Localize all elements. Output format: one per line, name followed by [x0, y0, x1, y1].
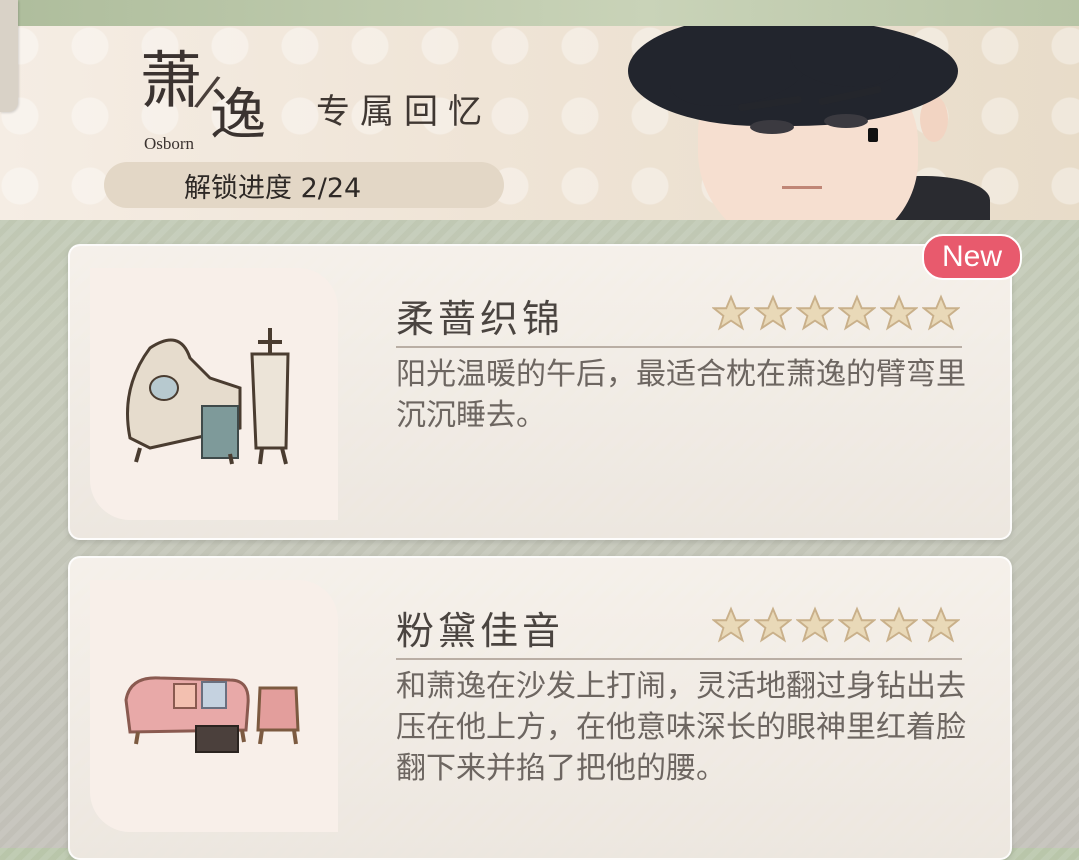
star-icon [712, 606, 750, 643]
memory-title: 粉黛佳音 [396, 609, 565, 653]
new-badge: New [922, 234, 1022, 280]
memory-card[interactable]: 柔蔷织锦 阳光温暖的午后，最适合枕在萧逸的臂弯里沉沉睡去。 [68, 244, 1012, 540]
memory-thumbnail [90, 268, 338, 520]
character-name-second: 逸 [210, 83, 266, 148]
star-icon [880, 294, 918, 331]
star-icon [796, 606, 834, 643]
character-name-en: Osborn [144, 134, 195, 153]
memory-description: 阳光温暖的午后，最适合枕在萧逸的臂弯里沉沉睡去。 [396, 357, 966, 433]
memory-thumbnail [90, 580, 338, 832]
memory-header: 萧 / 逸 Osborn 专属回忆 解锁进度 2/24 [0, 26, 1079, 220]
memory-title: 柔蔷织锦 [396, 297, 565, 341]
character-name-first: 萧 [140, 44, 203, 117]
back-tab[interactable] [0, 0, 18, 112]
title-divider [396, 346, 962, 348]
star-icon [712, 294, 750, 331]
character-portrait [600, 26, 1079, 220]
star-icon [922, 294, 960, 331]
title-divider [396, 658, 962, 660]
character-name-logo: 萧 / 逸 Osborn [140, 46, 280, 166]
portrait-earring [868, 128, 878, 142]
star-icon [922, 606, 960, 643]
star-icon [796, 294, 834, 331]
portrait-eye [750, 120, 794, 134]
pink-sofa-set-icon [124, 676, 300, 753]
memory-card[interactable]: 粉黛佳音 和萧逸在沙发上打闹，灵活地翻过身钻出去压在他上方，在他意味深长的眼神里… [68, 556, 1012, 860]
rarity-stars [712, 606, 960, 644]
star-icon [838, 294, 876, 331]
star-icon [880, 606, 918, 643]
star-icon [754, 294, 792, 331]
unlock-progress-text: 解锁进度 2/24 [184, 172, 362, 204]
top-status-strip [0, 0, 1079, 26]
unlock-progress: 解锁进度 2/24 [104, 162, 504, 208]
portrait-mouth [782, 186, 822, 189]
portrait-eye [824, 114, 868, 128]
rarity-stars [712, 294, 960, 332]
star-icon [754, 606, 792, 643]
ornate-chaise-furniture-icon [126, 328, 290, 465]
memory-description: 和萧逸在沙发上打闹，灵活地翻过身钻出去压在他上方，在他意味深长的眼神里红着脸翻下… [396, 669, 966, 786]
page-title: 专属回忆 [316, 92, 492, 132]
star-icon [838, 606, 876, 643]
